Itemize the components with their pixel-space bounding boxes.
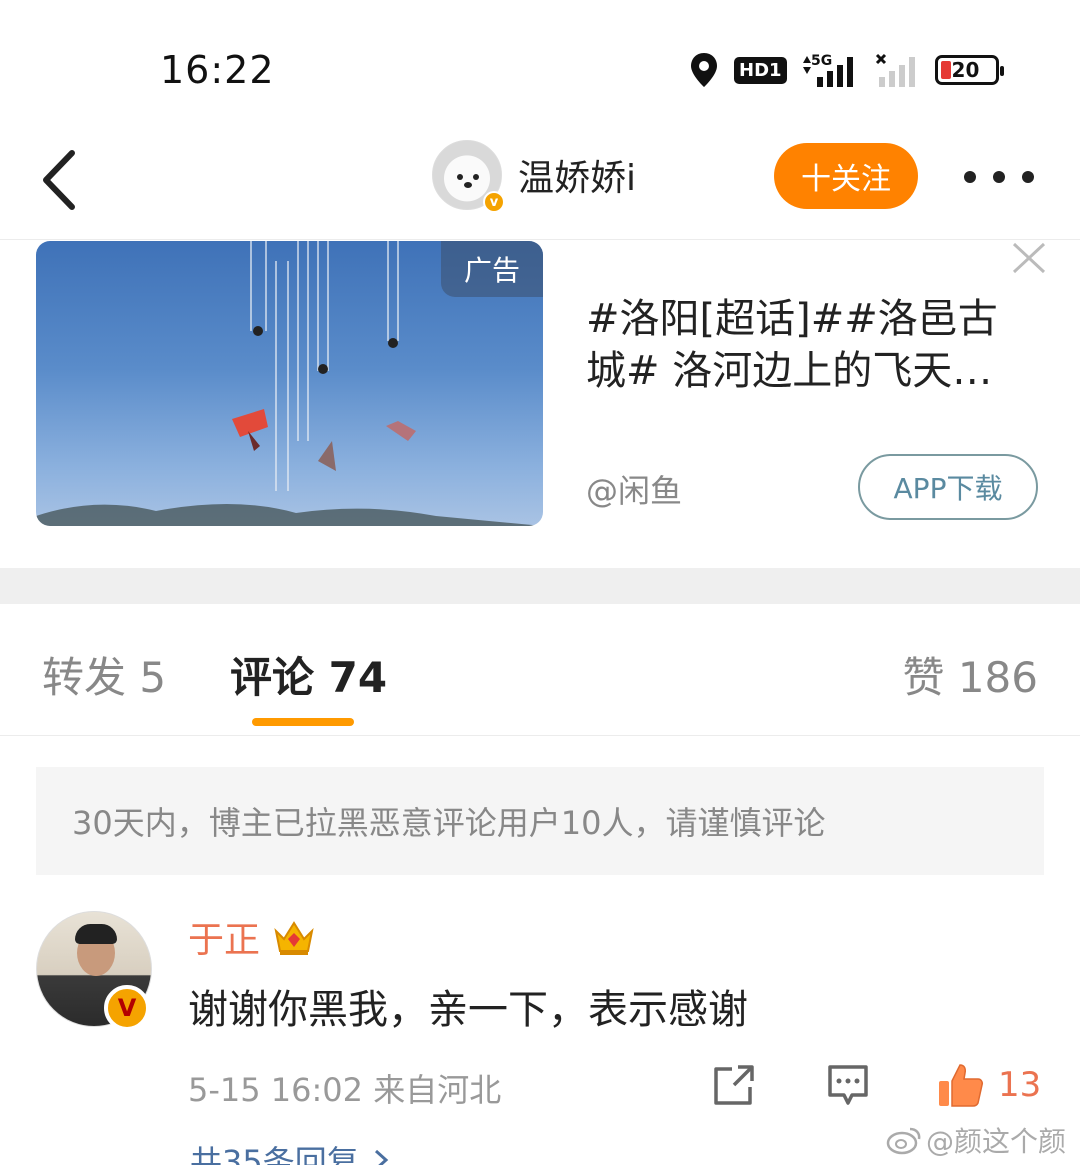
replies-label: 共35条回复: [190, 1143, 359, 1165]
thumbs-up-icon: [939, 1064, 983, 1107]
watermark-text: @颜这个颜: [926, 1125, 1067, 1158]
battery-icon: 20: [934, 55, 1004, 85]
tab-comment[interactable]: 评论 74: [230, 644, 387, 705]
tab-bar: 转发 5 评论 74 赞 186: [0, 604, 1080, 736]
nav-bar: v 温娇娇i 十关注: [0, 120, 1080, 240]
ad-tag: 广告: [441, 241, 543, 297]
back-icon: [43, 150, 75, 210]
chevron-right-icon: [374, 1149, 388, 1165]
back-button[interactable]: [36, 145, 86, 215]
commenter-verified-badge: V: [104, 985, 150, 1031]
commenter-name-row: 于正: [188, 911, 316, 963]
author-name[interactable]: 温娇娇i: [518, 149, 636, 201]
commenter-name[interactable]: 于正: [188, 911, 260, 963]
reply-icon: [828, 1065, 868, 1105]
tab-repost[interactable]: 转发 5: [42, 644, 166, 705]
like-button[interactable]: 13: [936, 1059, 1041, 1111]
signal-icon: 5G: [801, 51, 861, 89]
follow-button[interactable]: 十关注: [774, 143, 918, 209]
verified-badge: v: [483, 191, 505, 213]
more-dot-icon: [993, 171, 1005, 183]
more-options-button[interactable]: [964, 162, 1034, 192]
more-dot-icon: [1022, 171, 1034, 183]
status-bar: 16:22 HD1 5G 20: [0, 0, 1080, 120]
author-header[interactable]: v 温娇娇i: [432, 140, 636, 213]
ad-source[interactable]: @闲鱼: [586, 466, 682, 512]
comment-text: 谢谢你黑我，亲一下，表示感谢: [188, 987, 748, 1033]
ad-card[interactable]: 广告 #洛阳[超话]##洛邑古城# 洛河边上的飞天… @闲鱼 APP下载: [0, 241, 1080, 568]
close-icon: [1012, 242, 1046, 274]
comment-actions: 13: [712, 1059, 1044, 1111]
status-time: 16:22: [160, 48, 275, 92]
watermark: @颜这个颜: [886, 1120, 1066, 1160]
comment-notice: 30天内，博主已拉黑恶意评论用户10人，请谨慎评论: [36, 767, 1044, 875]
battery-level: 20: [951, 58, 980, 82]
tab-indicator: [252, 718, 354, 726]
reply-button[interactable]: [826, 1059, 870, 1111]
more-dot-icon: [964, 171, 976, 183]
hd-badge: HD1: [734, 56, 787, 84]
view-replies-link[interactable]: 共35条回复: [190, 1137, 393, 1165]
signal-icon-secondary: [875, 51, 921, 89]
tab-like[interactable]: 赞 186: [902, 644, 1038, 705]
crown-icon: [272, 917, 316, 957]
like-count: 13: [998, 1065, 1042, 1105]
app-download-button[interactable]: APP下载: [858, 454, 1038, 520]
author-avatar[interactable]: v: [432, 140, 505, 213]
share-button[interactable]: [712, 1059, 756, 1111]
comment-meta: 5-15 16:02 来自河北: [188, 1071, 502, 1109]
ad-title[interactable]: #洛阳[超话]##洛邑古城# 洛河边上的飞天…: [586, 293, 1036, 397]
ad-image[interactable]: 广告: [36, 241, 543, 526]
status-icons: HD1 5G 20: [688, 50, 1004, 90]
location-icon: [688, 51, 720, 89]
share-icon: [714, 1065, 754, 1105]
ad-close-button[interactable]: [1010, 241, 1048, 275]
weibo-icon: [886, 1127, 921, 1155]
svg-text:5G: 5G: [811, 53, 832, 69]
section-separator: [0, 568, 1080, 604]
